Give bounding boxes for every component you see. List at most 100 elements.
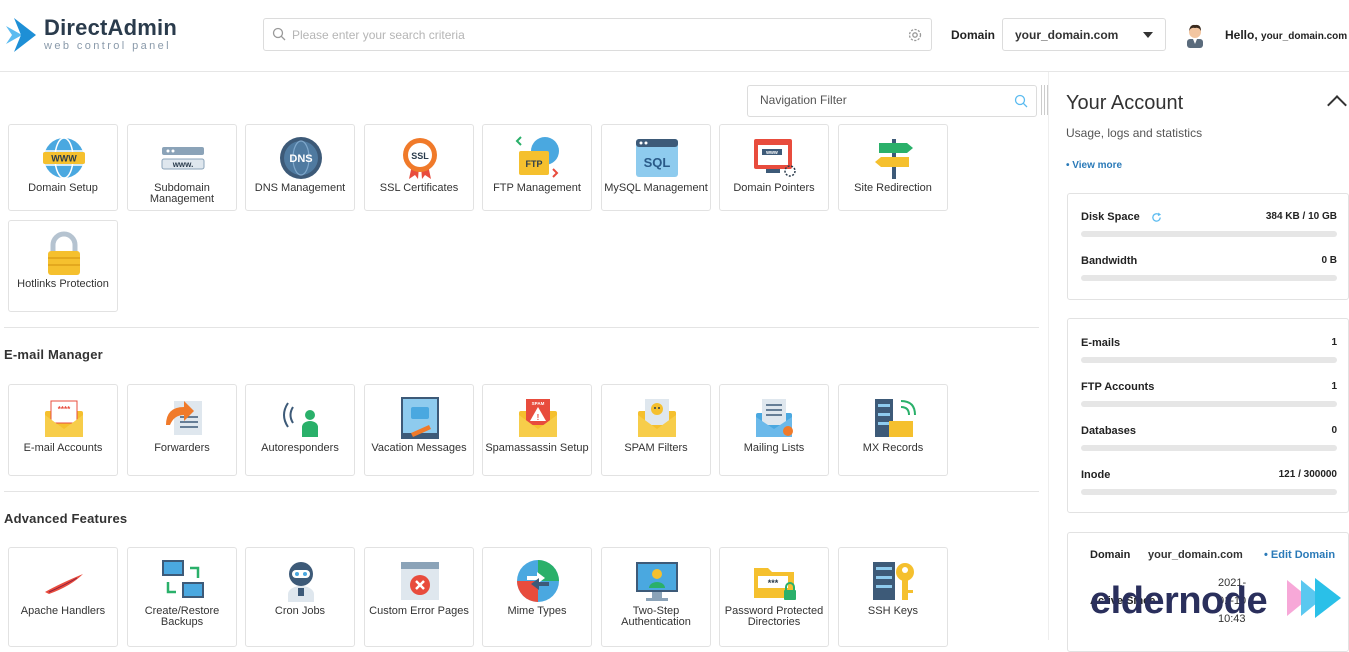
sidebar-divider: [1048, 72, 1049, 640]
error-page-icon: [401, 562, 439, 600]
tile-label: FTP Management: [493, 182, 581, 194]
usage-card: Disk Space 384 KB / 10 GB Bandwidth 0 B: [1067, 193, 1349, 300]
greeting-domain: your_domain.com: [1261, 31, 1348, 42]
avatar[interactable]: [1184, 22, 1206, 48]
tile-label: Two-Step Authentication: [621, 605, 691, 628]
tile-label: Vacation Messages: [371, 442, 467, 454]
mailing-list-icon: [756, 399, 793, 437]
navigation-filter-input[interactable]: [760, 93, 1000, 107]
tile-password-protected-directories[interactable]: *** Password Protected Directories: [719, 547, 829, 647]
subdomain-icon: www.: [161, 147, 205, 170]
domain-card-value: your_domain.com: [1148, 549, 1243, 561]
account-subtitle: Usage, logs and statistics: [1066, 126, 1203, 140]
tile-site-redirection[interactable]: Site Redirection: [838, 124, 948, 211]
tile-label: MX Records: [862, 442, 924, 454]
view-more-link[interactable]: • View more: [1066, 160, 1122, 171]
tile-subdomain-management[interactable]: www. Subdomain Management: [127, 124, 237, 211]
global-search[interactable]: [263, 18, 932, 51]
tile-domain-setup[interactable]: WWW Domain Setup: [8, 124, 118, 211]
scrollbar-handle[interactable]: [1040, 85, 1048, 115]
navigation-filter[interactable]: [747, 85, 1037, 117]
chevron-up-icon[interactable]: [1327, 95, 1347, 115]
ssh-key-icon: [873, 562, 914, 600]
stat-label: E-mails: [1081, 337, 1121, 349]
svg-text:***: ***: [768, 578, 779, 588]
refresh-icon[interactable]: [1151, 212, 1162, 223]
tile-ssl-certificates[interactable]: SSL SSL Certificates: [364, 124, 474, 211]
chevron-down-icon: [1143, 32, 1153, 38]
tile-spam-filters[interactable]: SPAM Filters: [601, 384, 711, 476]
domain-select[interactable]: your_domain.com: [1002, 18, 1166, 51]
tile-mysql-management[interactable]: SQL MySQL Management: [601, 124, 711, 211]
svg-text:SPAM: SPAM: [532, 401, 545, 406]
tile-label: Custom Error Pages: [369, 605, 469, 617]
tile-forwarders[interactable]: Forwarders: [127, 384, 237, 476]
backup-icon: [162, 560, 204, 598]
tile-label: Password Protected Directories: [724, 605, 824, 628]
tile-create-restore-backups[interactable]: Create/Restore Backups: [127, 547, 237, 647]
tile-label: Apache Handlers: [20, 605, 106, 617]
svg-text:SQL: SQL: [644, 155, 671, 170]
divider: [4, 491, 1039, 492]
stat-label: Disk Space: [1081, 211, 1140, 223]
svg-text:WWW: WWW: [51, 154, 77, 164]
domain-pointer-icon: www: [754, 139, 796, 177]
progress-bar: [1081, 489, 1337, 495]
greeting[interactable]: Hello, your_domain.com: [1225, 28, 1347, 42]
gear-icon[interactable]: [907, 27, 923, 43]
tile-ssh-keys[interactable]: SSH Keys: [838, 547, 948, 647]
svg-text:SSL: SSL: [411, 151, 429, 161]
autoresponder-icon: [283, 402, 318, 437]
tile-label: Mime Types: [507, 605, 567, 617]
tile-label: SPAM Filters: [624, 442, 688, 454]
directadmin-logo-icon: [6, 18, 36, 52]
directadmin-logo[interactable]: DirectAdmin web control panel: [4, 16, 177, 54]
tile-label: Create/Restore Backups: [144, 605, 220, 628]
stat-label: Inode: [1081, 469, 1111, 481]
tile-custom-error-pages[interactable]: Custom Error Pages: [364, 547, 474, 647]
progress-bar: [1081, 231, 1337, 237]
tile-ftp-management[interactable]: FTP FTP Management: [482, 124, 592, 211]
divider: [4, 327, 1039, 328]
tile-mime-types[interactable]: Mime Types: [482, 547, 592, 647]
stat-value: 384 KB / 10 GB: [1265, 211, 1337, 222]
tile-hotlinks-protection[interactable]: Hotlinks Protection: [8, 220, 118, 312]
dns-globe-icon: DNS: [280, 137, 322, 179]
stat-value: 1: [1331, 381, 1337, 392]
mx-server-icon: [875, 399, 916, 437]
domain-label: Domain: [951, 28, 996, 42]
tile-mx-records[interactable]: MX Records: [838, 384, 948, 476]
tile-domain-pointers[interactable]: www Domain Pointers: [719, 124, 829, 211]
tile-apache-handlers[interactable]: Apache Handlers: [8, 547, 118, 647]
section-title-email-manager: E-mail Manager: [4, 347, 103, 362]
tile-label: Cron Jobs: [274, 605, 326, 617]
tile-two-step-authentication[interactable]: Two-Step Authentication: [601, 547, 711, 647]
signpost-icon: [875, 139, 913, 179]
progress-bar: [1081, 275, 1337, 281]
tile-label: Subdomain Management: [149, 182, 215, 205]
tile-mailing-lists[interactable]: Mailing Lists: [719, 384, 829, 476]
tile-cron-jobs[interactable]: Cron Jobs: [245, 547, 355, 647]
vacation-message-icon: [401, 397, 439, 439]
tile-autoresponders[interactable]: Autoresponders: [245, 384, 355, 476]
tile-label: Hotlinks Protection: [17, 278, 109, 290]
tile-vacation-messages[interactable]: Vacation Messages: [364, 384, 474, 476]
edit-domain-link[interactable]: • Edit Domain: [1264, 549, 1335, 561]
tile-label: Domain Pointers: [733, 182, 815, 194]
progress-bar: [1081, 357, 1337, 363]
domain-select-value: your_domain.com: [1015, 28, 1119, 42]
eldernode-watermark: eldernode: [1090, 580, 1268, 622]
tile-dns-management[interactable]: DNS DNS Management: [245, 124, 355, 211]
password-folder-icon: ***: [754, 568, 796, 600]
search-input[interactable]: [292, 25, 892, 45]
svg-text:www.: www.: [172, 160, 194, 169]
ssl-badge-icon: SSL: [403, 138, 437, 179]
forward-icon: [166, 401, 202, 435]
tile-email-accounts[interactable]: **** E-mail Accounts: [8, 384, 118, 476]
tile-label: SSL Certificates: [379, 182, 459, 194]
svg-text:www: www: [765, 150, 778, 156]
svg-text:****: ****: [58, 405, 71, 414]
counts-card: E-mails 1 FTP Accounts 1 Databases 0 Ino…: [1067, 318, 1349, 513]
logo-subtitle: web control panel: [44, 40, 172, 52]
tile-spamassassin-setup[interactable]: SPAM ! Spamassassin Setup: [482, 384, 592, 476]
